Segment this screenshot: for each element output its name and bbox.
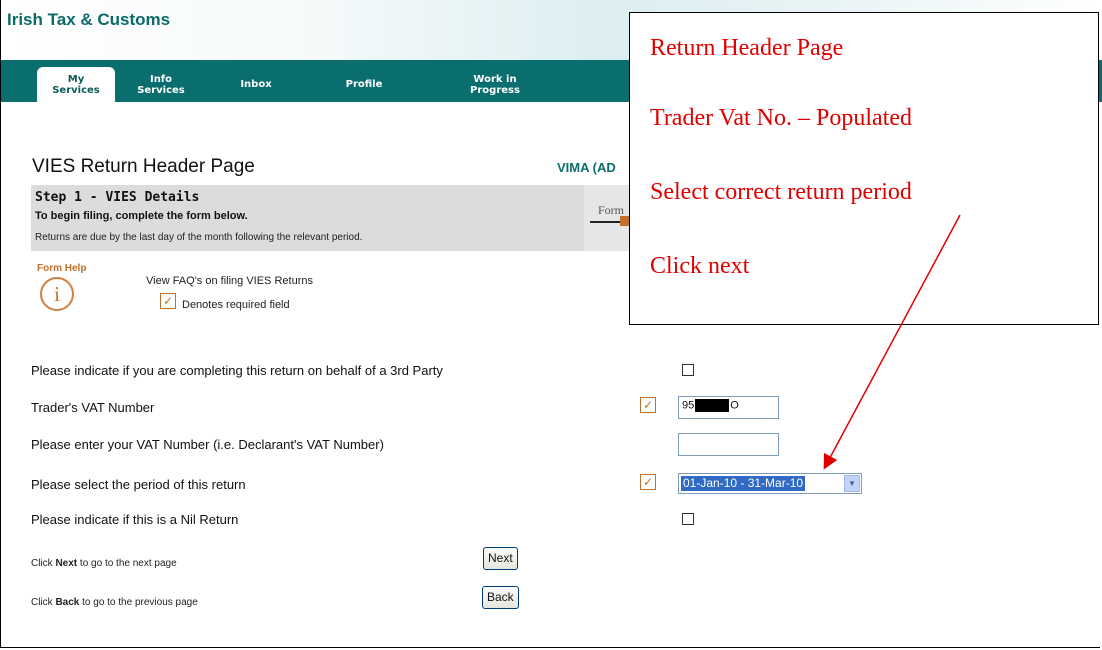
annotation-arrow [823, 214, 961, 470]
annotation-arrow-line [823, 214, 961, 470]
